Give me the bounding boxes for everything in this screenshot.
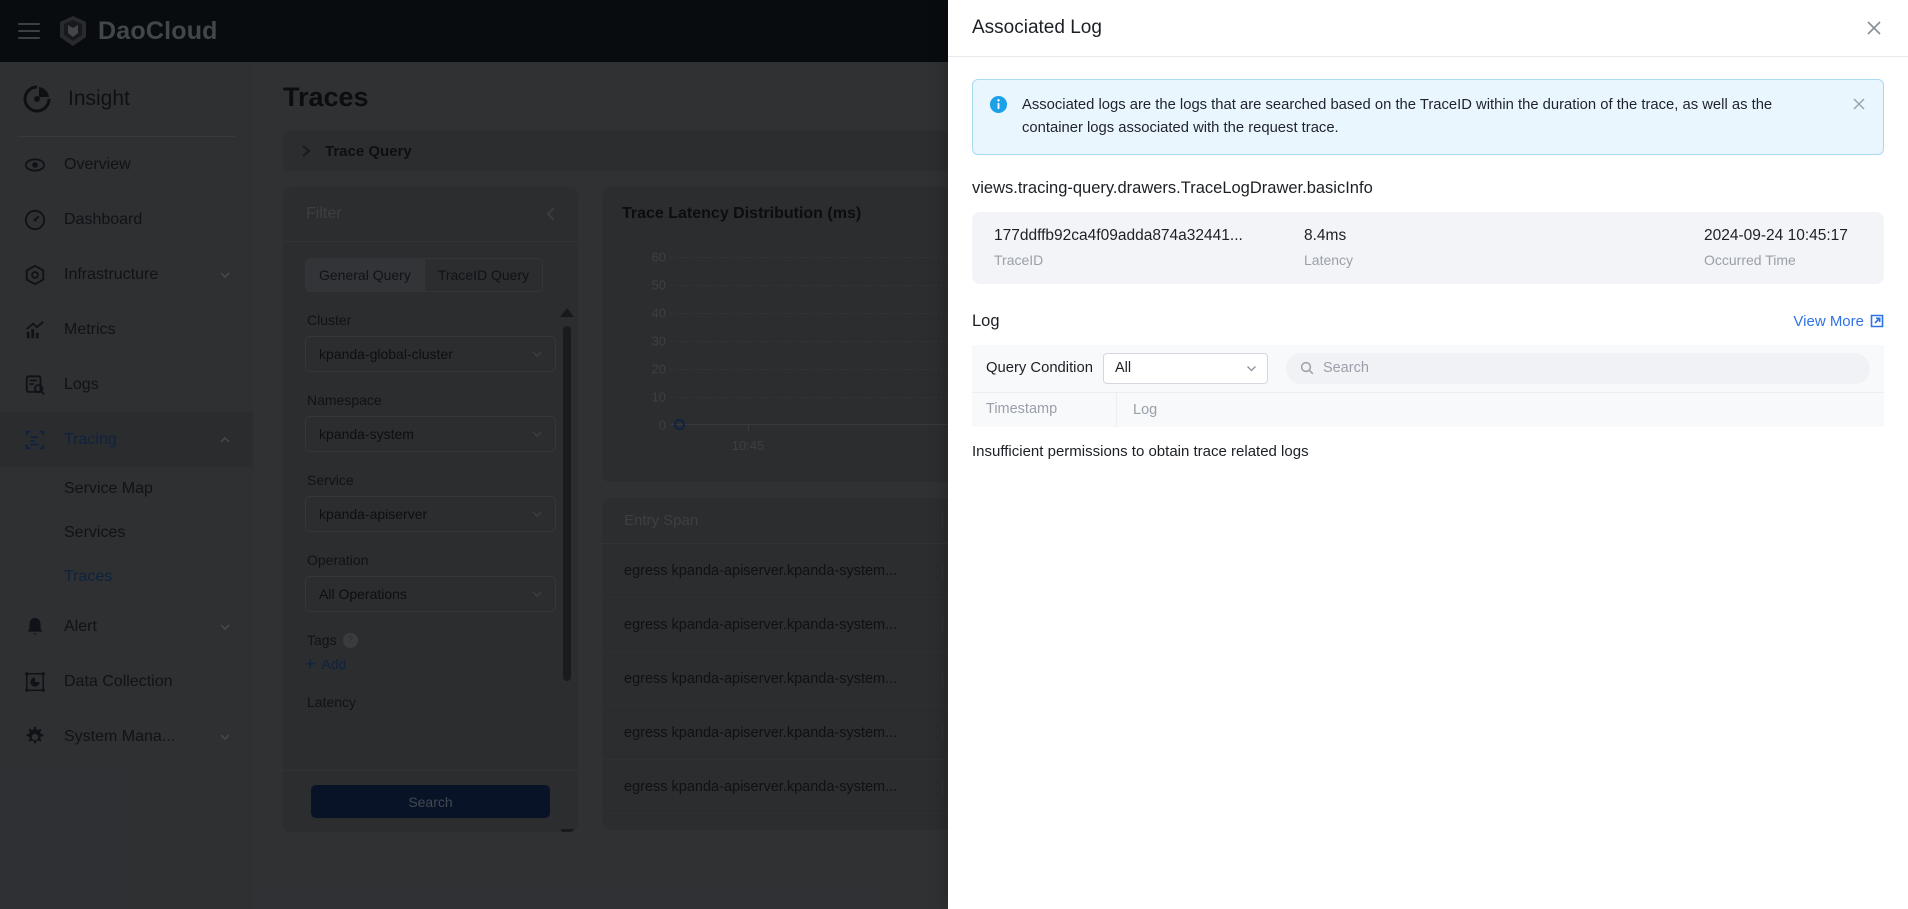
query-condition-value: All [1115, 360, 1131, 376]
info-alert: Associated logs are the logs that are se… [972, 79, 1884, 155]
latency-value: 8.4ms [1304, 227, 1704, 245]
screen: DaoCloud Insight Overview [0, 0, 1908, 909]
query-condition-select[interactable]: All [1103, 353, 1268, 384]
basic-info-card: 177ddffb92ca4f09adda874a32441... TraceID… [972, 212, 1884, 284]
log-table-header: Timestamp Log [972, 392, 1884, 427]
info-cell-latency: 8.4ms Latency [1304, 227, 1704, 268]
view-more-label: View More [1793, 313, 1864, 330]
info-cell-traceid: 177ddffb92ca4f09adda874a32441... TraceID [994, 227, 1304, 268]
log-section-title: Log [972, 312, 1000, 331]
info-cell-occurred-time: 2024-09-24 10:45:17 Occurred Time [1704, 227, 1848, 268]
log-search-placeholder: Search [1323, 360, 1369, 376]
search-icon [1300, 361, 1314, 375]
column-header-timestamp[interactable]: Timestamp [972, 392, 1117, 427]
info-circle-icon [989, 95, 1008, 114]
drawer-title: Associated Log [972, 17, 1102, 39]
occurred-time-key: Occurred Time [1704, 252, 1848, 268]
close-icon[interactable] [1864, 18, 1884, 38]
log-section-header: Log View More [972, 312, 1884, 331]
alert-message: Associated logs are the logs that are se… [1022, 94, 1837, 140]
log-search-input[interactable]: Search [1286, 353, 1870, 384]
drawer-body: Associated logs are the logs that are se… [948, 57, 1908, 909]
column-header-log[interactable]: Log [1117, 402, 1157, 418]
close-icon[interactable] [1851, 96, 1867, 112]
view-more-button[interactable]: View More [1793, 313, 1884, 330]
drawer-header: Associated Log [948, 0, 1908, 57]
external-link-icon [1870, 314, 1884, 328]
latency-key: Latency [1304, 252, 1704, 268]
query-condition-label: Query Condition [986, 360, 1093, 376]
associated-log-drawer: Associated Log Associated logs are the l… [948, 0, 1908, 909]
traceid-key: TraceID [994, 252, 1304, 268]
log-empty-message: Insufficient permissions to obtain trace… [972, 443, 1884, 460]
chevron-down-icon [1245, 362, 1258, 375]
occurred-time-value: 2024-09-24 10:45:17 [1704, 227, 1848, 245]
basic-info-title: views.tracing-query.drawers.TraceLogDraw… [972, 179, 1884, 198]
log-query-bar: Query Condition All Search [972, 345, 1884, 392]
traceid-value: 177ddffb92ca4f09adda874a32441... [994, 227, 1304, 245]
